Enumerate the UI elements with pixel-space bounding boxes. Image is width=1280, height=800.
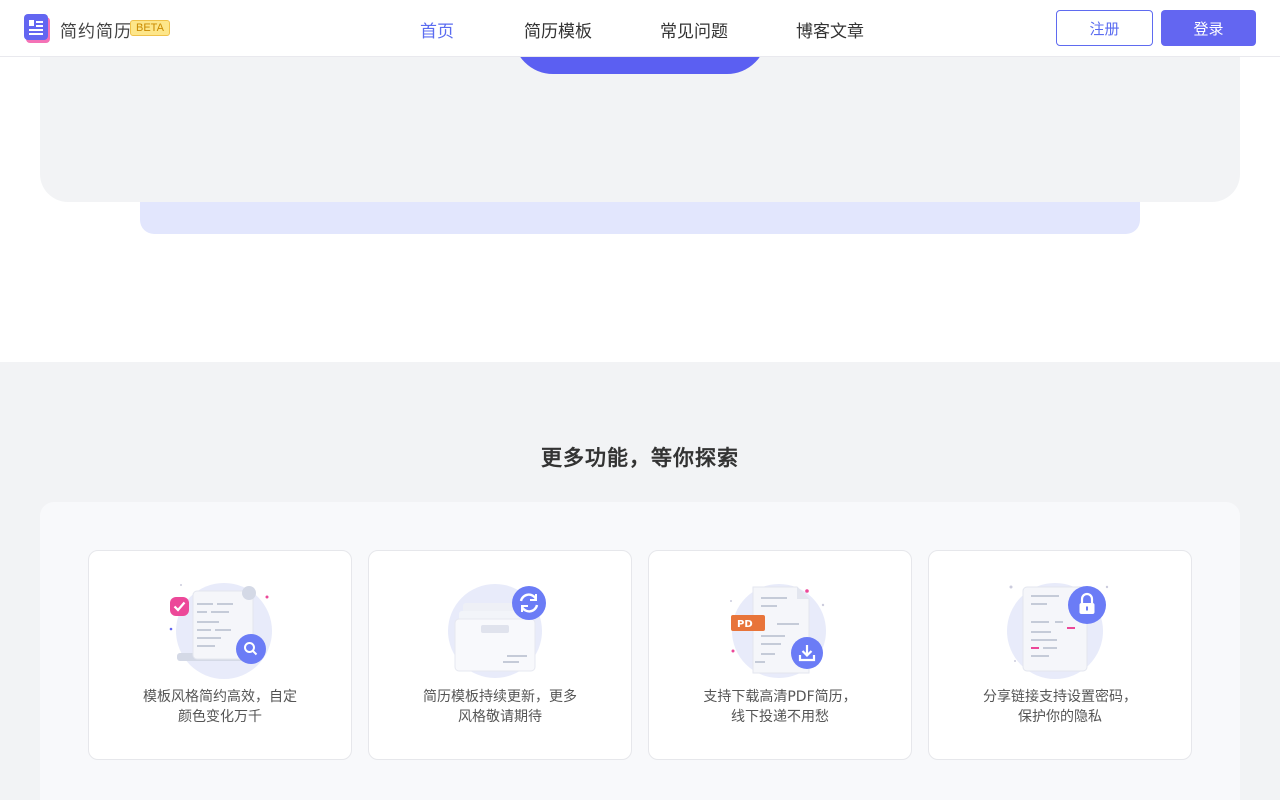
feature-card-pdf: PD 支持下载高清PDF简历， 线下投递不用愁 xyxy=(648,550,912,760)
lock-share-icon xyxy=(1007,583,1109,679)
register-button[interactable]: 注册 xyxy=(1056,10,1153,46)
resume-logo-icon[interactable] xyxy=(24,14,50,43)
top-header: 简约简历 BETA 首页 简历模板 常见问题 博客文章 注册 登录 xyxy=(0,0,1280,57)
hero-preview-strip xyxy=(140,202,1140,234)
feature-card-templates: 模板风格简约高效，自定 颜色变化万千 xyxy=(88,550,352,760)
features-title: 更多功能，等你探索 xyxy=(541,446,739,470)
nav-templates[interactable]: 简历模板 xyxy=(524,17,592,42)
feature-card-updates: 简历模板持续更新，更多 风格敬请期待 xyxy=(368,550,632,760)
nav-faq[interactable]: 常见问题 xyxy=(660,17,728,42)
pdf-download-icon: PD xyxy=(730,584,826,678)
feature-text: 模板风格简约高效，自定 颜色变化万千 xyxy=(143,689,297,725)
feature-text: 支持下载高清PDF简历， 线下投递不用愁 xyxy=(703,689,857,725)
login-button[interactable]: 登录 xyxy=(1161,10,1256,46)
pdf-badge-text: PD xyxy=(737,619,753,630)
beta-badge: BETA xyxy=(130,20,170,36)
feature-text: 简历模板持续更新，更多 风格敬请期待 xyxy=(423,689,577,725)
nav-blog[interactable]: 博客文章 xyxy=(796,17,864,42)
features-panel: 模板风格简约高效，自定 颜色变化万千 简历模板持续更新，更多 风格敬请期待 PD… xyxy=(40,502,1240,800)
brand-name[interactable]: 简约简历 xyxy=(60,17,132,42)
feature-card-share: 分享链接支持设置密码， 保护你的隐私 xyxy=(928,550,1192,760)
feature-text: 分享链接支持设置密码， 保护你的隐私 xyxy=(983,689,1137,725)
refresh-folder-icon xyxy=(448,584,546,678)
features-section: 更多功能，等你探索 模板风格简约高效，自定 颜色变化万千 简历模板持续更新，更多… xyxy=(0,362,1280,800)
nav-home[interactable]: 首页 xyxy=(420,17,454,42)
template-search-icon xyxy=(169,583,272,679)
